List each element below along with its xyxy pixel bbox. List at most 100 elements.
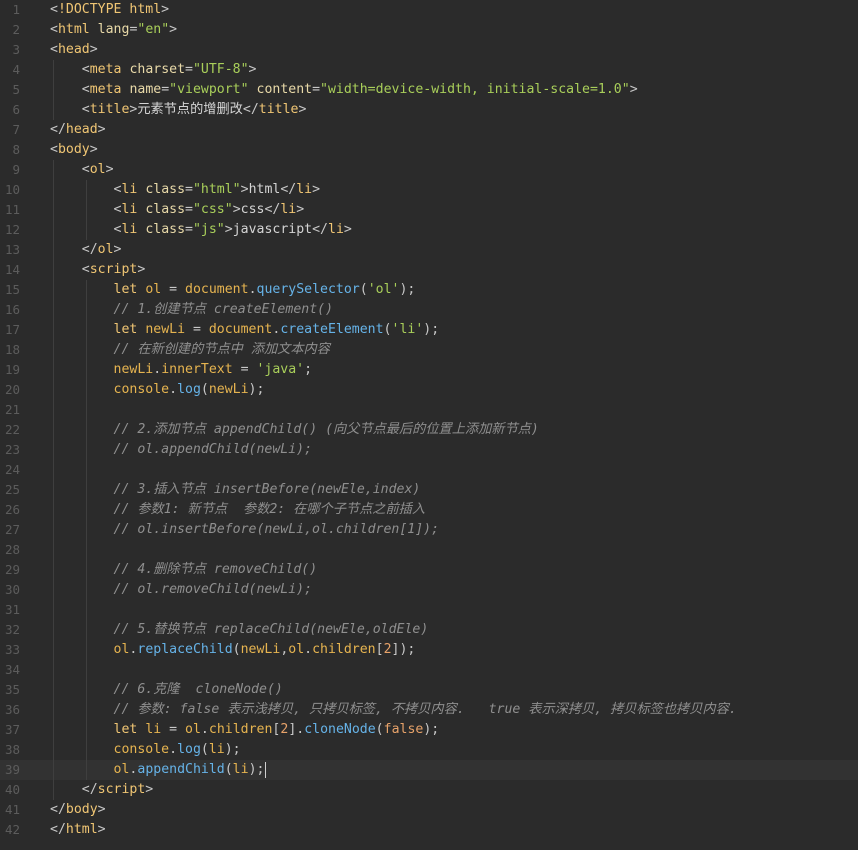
code-line[interactable]: 33 ol.replaceChild(newLi,ol.children[2])…	[0, 640, 858, 660]
code-text: let ol = document.querySelector('ol');	[50, 280, 416, 300]
code-line[interactable]: 7 </head>	[0, 120, 858, 140]
code-line[interactable]: 4 <meta charset="UTF-8">	[0, 60, 858, 80]
code-token: </	[50, 122, 66, 137]
code-token: body	[65, 802, 98, 817]
code-token: "js"	[192, 222, 225, 237]
code-line[interactable]: 32 // 5.替换节点 replaceChild(newEle,oldEle)	[0, 620, 858, 640]
code-token: "css"	[192, 202, 233, 217]
code-token: children	[312, 642, 376, 657]
indent-guide	[53, 60, 54, 120]
indent-guide	[86, 280, 87, 780]
line-number: 4	[12, 62, 20, 77]
code-token: >	[113, 242, 122, 257]
code-line[interactable]: 18 // 在新创建的节点中 添加文本内容	[0, 340, 858, 360]
code-line[interactable]: 16 // 1.创建节点 createElement()	[0, 300, 858, 320]
code-token: ol	[97, 242, 114, 257]
code-line[interactable]: 34	[0, 660, 858, 680]
indent-guide	[53, 160, 54, 800]
code-line[interactable]: 30 // ol.removeChild(newLi);	[0, 580, 858, 600]
code-token: content	[256, 82, 313, 97]
code-line[interactable]: 22 // 2.添加节点 appendChild() (向父节点最后的位置上添加…	[0, 420, 858, 440]
code-line[interactable]: 36 // 参数: false 表示浅拷贝, 只拷贝标签, 不拷贝内容. tru…	[0, 700, 858, 720]
code-line[interactable]: 38 console.log(li);	[0, 740, 858, 760]
code-line[interactable]: 39 ol.appendChild(li);	[0, 760, 858, 780]
code-line[interactable]: 23 // ol.appendChild(newLi);	[0, 440, 858, 460]
code-line[interactable]: 19 newLi.innerText = 'java';	[0, 360, 858, 380]
line-number: 24	[4, 462, 20, 477]
code-line[interactable]: 10 <li class="html">html</li>	[0, 180, 858, 200]
code-token: console	[113, 382, 170, 397]
code-line[interactable]: 15 let ol = document.querySelector('ol')…	[0, 280, 858, 300]
code-line[interactable]: 37 let li = ol.children[2].cloneNode(fal…	[0, 720, 858, 740]
code-token: >	[240, 182, 249, 197]
code-token: (	[232, 642, 241, 657]
code-line[interactable]: 21	[0, 400, 858, 420]
code-line[interactable]: 3 <head>	[0, 40, 858, 60]
code-token: >	[145, 782, 154, 797]
code-token: li	[121, 182, 138, 197]
code-token: );	[248, 762, 265, 777]
line-number: 20	[4, 382, 20, 397]
code-token: ol	[288, 642, 305, 657]
code-line[interactable]: 11 <li class="css">css</li>	[0, 200, 858, 220]
code-token: 2	[383, 642, 392, 657]
code-token: newLi	[145, 322, 186, 337]
code-text: newLi.innerText = 'java';	[50, 360, 313, 380]
code-line[interactable]: 13 </ol>	[0, 240, 858, 260]
code-token: "en"	[137, 22, 170, 37]
code-line[interactable]: 8 <body>	[0, 140, 858, 160]
code-line[interactable]: 35 // 6.克隆 cloneNode()	[0, 680, 858, 700]
code-token: <	[81, 82, 90, 97]
code-text: <meta charset="UTF-8">	[50, 60, 257, 80]
code-line[interactable]: 27 // ol.insertBefore(newLi,ol.children[…	[0, 520, 858, 540]
code-token: querySelector	[256, 282, 360, 297]
code-text: <meta name="viewport" content="width=dev…	[50, 80, 638, 100]
code-line[interactable]: 28	[0, 540, 858, 560]
code-token: <	[81, 102, 90, 117]
code-line[interactable]: 40 </script>	[0, 780, 858, 800]
code-line[interactable]: 6 <title>元素节点的增删改</title>	[0, 100, 858, 120]
code-line[interactable]: 31	[0, 600, 858, 620]
code-line[interactable]: 24	[0, 460, 858, 480]
code-line[interactable]: 26 // 参数1: 新节点 参数2: 在哪个子节点之前插入	[0, 500, 858, 520]
code-line[interactable]: 1 <!DOCTYPE html>	[0, 0, 858, 20]
code-token: >	[161, 2, 170, 17]
code-token: javascript	[232, 222, 313, 237]
code-line[interactable]: 2 <html lang="en">	[0, 20, 858, 40]
code-token: =	[161, 82, 170, 97]
code-token: li	[328, 222, 344, 237]
code-line[interactable]: 29 // 4.删除节点 removeChild()	[0, 560, 858, 580]
code-token: =	[161, 722, 186, 737]
code-token: html	[248, 182, 281, 197]
code-token: ol	[145, 282, 162, 297]
code-line[interactable]: 41 </body>	[0, 800, 858, 820]
code-token: css	[240, 202, 265, 217]
code-text: </ol>	[50, 240, 122, 260]
code-line[interactable]: 17 let newLi = document.createElement('l…	[0, 320, 858, 340]
code-text: // 1.创建节点 createElement()	[50, 300, 333, 320]
code-line[interactable]: 5 <meta name="viewport" content="width=d…	[0, 80, 858, 100]
code-editor[interactable]: 1 <!DOCTYPE html> 2 <html lang="en"> 3 <head>…	[0, 0, 858, 850]
code-token: </	[280, 182, 297, 197]
code-line[interactable]: 12 <li class="js">javascript</li>	[0, 220, 858, 240]
code-token: <	[50, 142, 58, 157]
code-line[interactable]: 9 <ol>	[0, 160, 858, 180]
code-line[interactable]: 25 // 3.插入节点 insertBefore(newEle,index)	[0, 480, 858, 500]
code-text: </head>	[50, 120, 106, 140]
code-token: newLi	[113, 362, 154, 377]
code-token: title	[258, 102, 299, 117]
code-text: // 3.插入节点 insertBefore(newEle,index)	[50, 480, 421, 500]
code-line[interactable]: 20 console.log(newLi);	[0, 380, 858, 400]
code-token: !DOCTYPE html	[57, 2, 162, 17]
code-token: (	[359, 282, 368, 297]
code-token: // ol.removeChild(newLi);	[113, 582, 313, 597]
code-token: false	[383, 722, 424, 737]
code-line[interactable]: 14 <script>	[0, 260, 858, 280]
code-line[interactable]: 42 </html>	[0, 820, 858, 840]
code-token: 'ol'	[367, 282, 400, 297]
code-text: // 在新创建的节点中 添加文本内容	[50, 340, 330, 360]
